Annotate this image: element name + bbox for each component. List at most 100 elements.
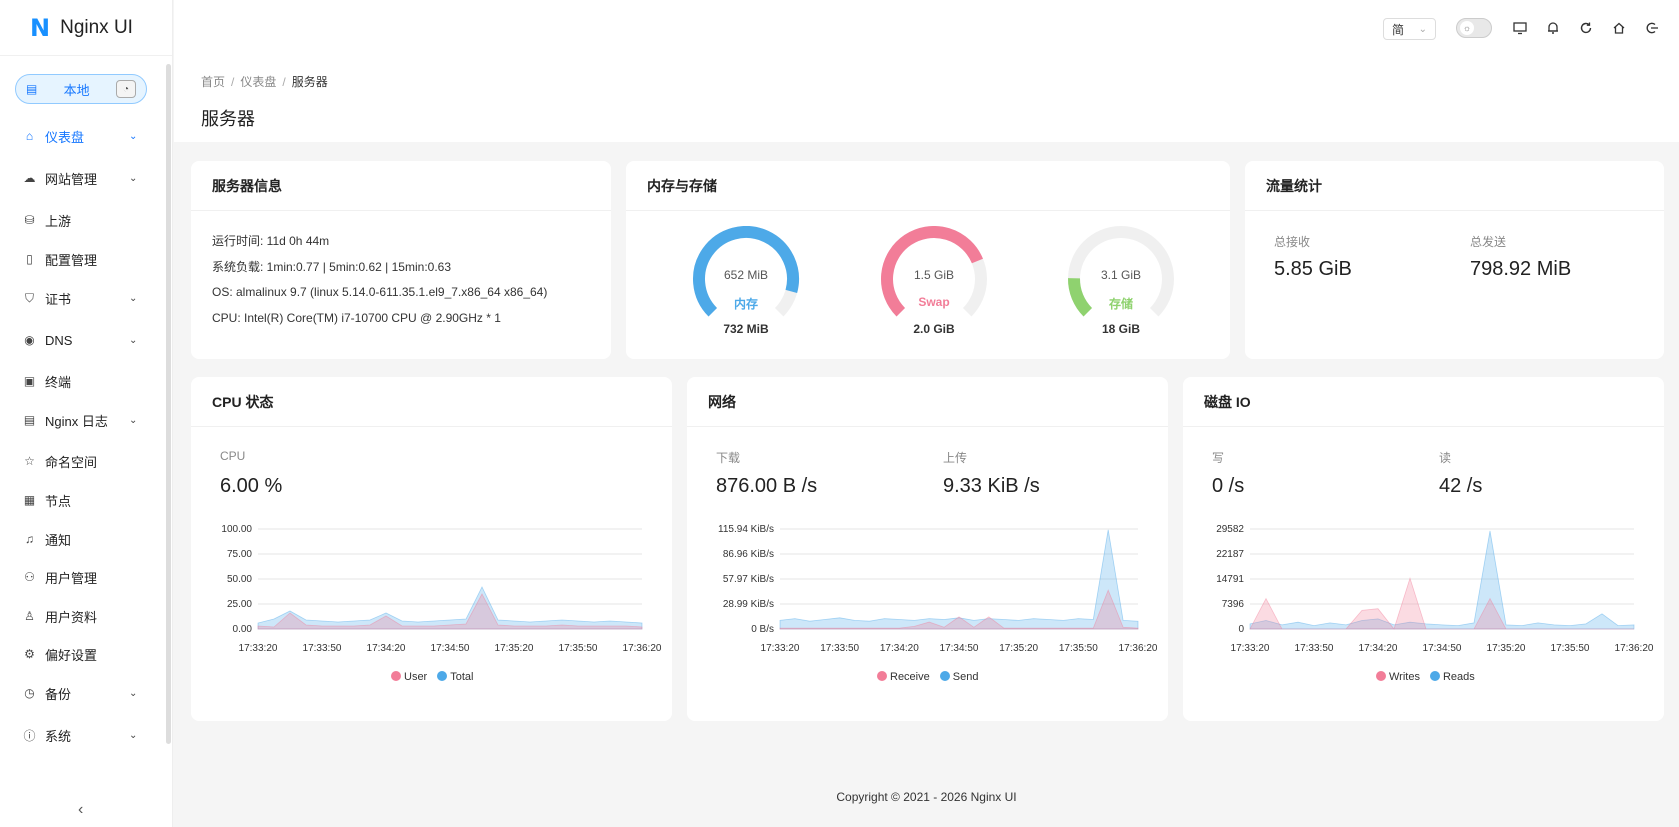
legend-dot	[437, 671, 448, 681]
sidebar-item-10[interactable]: ▦ 节点	[0, 482, 163, 518]
write-value: 0 /s	[1212, 475, 1245, 497]
app-logo[interactable]: N Nginx UI	[0, 0, 172, 56]
language-select[interactable]: 简 ⌄	[1383, 18, 1436, 40]
logout-icon[interactable]	[1642, 18, 1662, 38]
network-card: 网络 下载 876.00 B /s 上传 9.33 KiB /s 115.94 …	[687, 377, 1168, 721]
y-tick-label: 86.96 KiB/s	[723, 549, 774, 560]
dashboard-gauge-icon[interactable]: ◔	[116, 80, 136, 98]
top-header: 简 ⌄ ☼	[174, 0, 1679, 56]
legend-item-user[interactable]: User	[391, 671, 427, 683]
x-tick-label: 17:34:20	[367, 643, 406, 654]
sidebar-item-15[interactable]: ◷ 备份 ⌄	[0, 675, 163, 711]
y-tick-label: 7396	[1222, 599, 1245, 610]
y-tick-label: 57.97 KiB/s	[723, 574, 774, 585]
legend-item-reads[interactable]: Reads	[1429, 671, 1475, 683]
sidebar-item-6[interactable]: ◉ DNS ⌄	[0, 322, 163, 358]
read-value: 42 /s	[1439, 475, 1483, 497]
sidebar-item-2[interactable]: ☁ 网站管理 ⌄	[0, 160, 163, 196]
sidebar-item-label: 仪表盘	[45, 129, 85, 145]
node-icon: ▦	[23, 493, 36, 507]
bell-icon: ♫	[25, 532, 34, 546]
breadcrumb-home[interactable]: 首页	[201, 75, 225, 89]
legend-label: Reads	[1442, 671, 1475, 683]
legend-label: User	[404, 671, 428, 683]
memory-storage-card: 内存与存储 652 MiB 内存 732 MiB 1.5 GiB Swap 2.0 GiB…	[626, 161, 1230, 359]
server-icon: ▤	[26, 82, 38, 96]
theme-toggle[interactable]: ☼	[1456, 18, 1492, 38]
x-tick-label: 17:34:20	[1359, 643, 1398, 654]
bell-notification-icon[interactable]	[1543, 18, 1563, 38]
home-icon: ⌂	[25, 129, 34, 143]
disk-io-chart: 29582 22187 14791 7396 0 17:33:20 17:33:50 17:3…	[1216, 524, 1654, 654]
app-title: Nginx UI	[60, 16, 133, 38]
sidebar-item-label: 备份	[45, 686, 72, 702]
x-tick-label: 17:35:50	[559, 643, 598, 654]
x-tick-label: 17:33:50	[303, 643, 342, 654]
server-info-title: 服务器信息	[191, 161, 611, 211]
breadcrumb-current: 服务器	[291, 75, 328, 89]
chevron-down-icon: ⌄	[129, 414, 138, 426]
sidebar-item-14[interactable]: ⚙ 偏好设置	[0, 636, 163, 672]
sidebar-item-13[interactable]: ♙ 用户资料	[0, 598, 163, 634]
sidebar-item-5[interactable]: ⛉ 证书 ⌄	[0, 280, 163, 316]
backup-icon: ◷	[24, 686, 35, 700]
legend-item-writes[interactable]: Writes	[1376, 671, 1420, 683]
network-chart: 115.94 KiB/s 86.96 KiB/s 57.97 KiB/s 28.99 …	[718, 524, 1158, 654]
dns-icon: ◉	[24, 333, 35, 347]
network-chart-legend[interactable]: Receive Send	[877, 671, 978, 683]
legend-dot	[391, 671, 401, 681]
x-tick-label: 17:33:20	[239, 643, 278, 654]
gauge-total-value: 732 MiB	[723, 322, 769, 336]
sidebar-item-label: 命名空间	[45, 454, 98, 470]
sidebar-item-12[interactable]: ⚇ 用户管理	[0, 559, 163, 595]
breadcrumb-dashboard[interactable]: 仪表盘	[240, 75, 276, 89]
disk-io-chart-legend[interactable]: Writes Reads	[1376, 671, 1475, 683]
reload-icon[interactable]	[1576, 18, 1596, 38]
legend-dot	[1376, 671, 1386, 681]
x-tick-label: 17:34:20	[880, 643, 919, 654]
series-area-reads	[1249, 530, 1635, 630]
x-tick-label: 17:34:50	[940, 643, 979, 654]
total-received-label: 总接收	[1274, 235, 1311, 249]
desktop-icon[interactable]	[1510, 18, 1530, 38]
sidebar-item-label: 配置管理	[45, 252, 98, 268]
y-tick-label: 100.00	[221, 524, 252, 535]
total-sent-label: 总发送	[1470, 235, 1507, 249]
legend-label: Total	[450, 671, 474, 683]
footer-copyright: Copyright © 2021 - 2026 Nginx UI	[836, 790, 1017, 804]
home-icon[interactable]	[1609, 18, 1629, 38]
server-info-card: 服务器信息 运行时间: 11d 0h 44m 系统负载: 1min:0.77 |…	[191, 161, 611, 359]
cpu-status-title: CPU 状态	[191, 377, 672, 427]
page-header: 首页 / 仪表盘 / 服务器 服务器	[174, 56, 1679, 142]
sidebar-item-7[interactable]: ▣ 终端	[0, 363, 163, 399]
sidebar-item-label: 用户资料	[45, 609, 98, 625]
sidebar-item-11[interactable]: ♫ 通知	[0, 521, 163, 557]
legend-label: Writes	[1389, 671, 1420, 683]
gear-icon: ⚙	[24, 647, 35, 661]
traffic-stats-title: 流量统计	[1245, 161, 1664, 211]
environment-selector[interactable]: ▤ 本地 ◔	[15, 74, 147, 104]
sidebar-item-3[interactable]: ⛁ 上游	[0, 202, 163, 238]
sidebar-item-label: DNS	[45, 332, 73, 348]
sidebar-item-label: 通知	[45, 532, 72, 548]
sidebar-scrollbar[interactable]	[166, 64, 171, 744]
network-title: 网络	[687, 377, 1168, 427]
sidebar-item-8[interactable]: ▤ Nginx 日志 ⌄	[0, 402, 163, 438]
cpu-chart-legend[interactable]: User Total	[391, 671, 473, 683]
y-tick-label: 14791	[1216, 574, 1244, 585]
sidebar-item-1[interactable]: ⌂ 仪表盘 ⌄	[0, 118, 163, 154]
gauge-label: Swap	[918, 295, 950, 309]
y-tick-label: 0 B/s	[751, 624, 774, 635]
series-area-total	[257, 586, 643, 630]
legend-item-receive[interactable]: Receive	[877, 671, 930, 683]
swap-gauge: 1.5 GiB Swap 2.0 GiB	[874, 226, 994, 346]
sidebar-item-16[interactable]: ⓘ 系统 ⌄	[0, 717, 163, 753]
nginx-logo-icon: N	[30, 13, 51, 42]
y-tick-label: 22187	[1216, 549, 1244, 560]
legend-label: Receive	[890, 671, 930, 683]
sidebar-item-9[interactable]: ☆ 命名空间	[0, 443, 163, 479]
collapse-sidebar-icon[interactable]: ‹	[78, 801, 83, 819]
legend-item-total[interactable]: Total	[437, 671, 473, 683]
sidebar-item-4[interactable]: ▯ 配置管理	[0, 241, 163, 277]
legend-item-send[interactable]: Send	[939, 671, 978, 683]
